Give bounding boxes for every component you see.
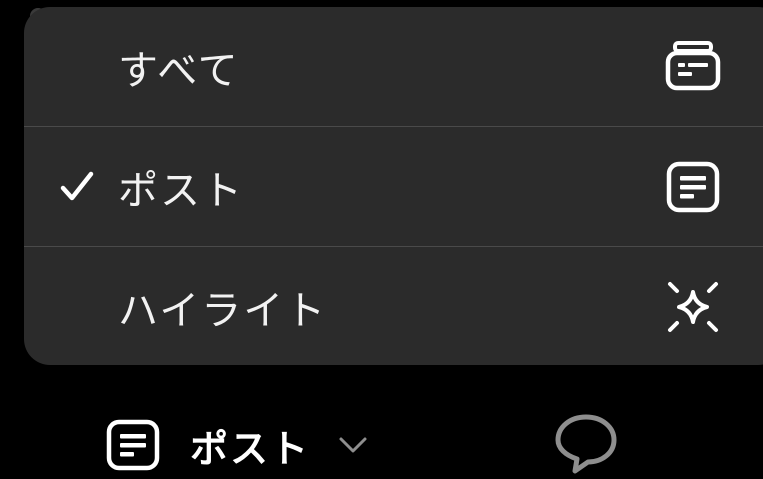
- bottom-bar: ポスト: [0, 365, 763, 479]
- feed-filter-menu: すべて ポスト ハイライト: [24, 7, 763, 365]
- speech-bubble-icon[interactable]: [553, 411, 619, 477]
- chevron-down-icon: [339, 437, 367, 453]
- stack-card-icon: [665, 40, 721, 90]
- menu-item-label: すべて: [118, 47, 240, 94]
- post-card-icon: [106, 419, 160, 471]
- checkmark-icon: [60, 171, 94, 200]
- post-card-icon: [666, 161, 720, 212]
- feed-selector-button[interactable]: ポスト: [104, 417, 368, 473]
- menu-item-posts[interactable]: ポスト: [24, 126, 763, 246]
- feed-selector-label: ポスト: [190, 426, 311, 471]
- menu-item-label: ハイライト: [118, 287, 328, 334]
- sparkle-icon: [668, 281, 718, 332]
- menu-item-highlights[interactable]: ハイライト: [24, 246, 763, 365]
- menu-item-label: ポスト: [118, 167, 244, 214]
- menu-item-all[interactable]: すべて: [24, 7, 763, 126]
- screen: すべて ポスト ハイライト ポスト: [0, 0, 763, 479]
